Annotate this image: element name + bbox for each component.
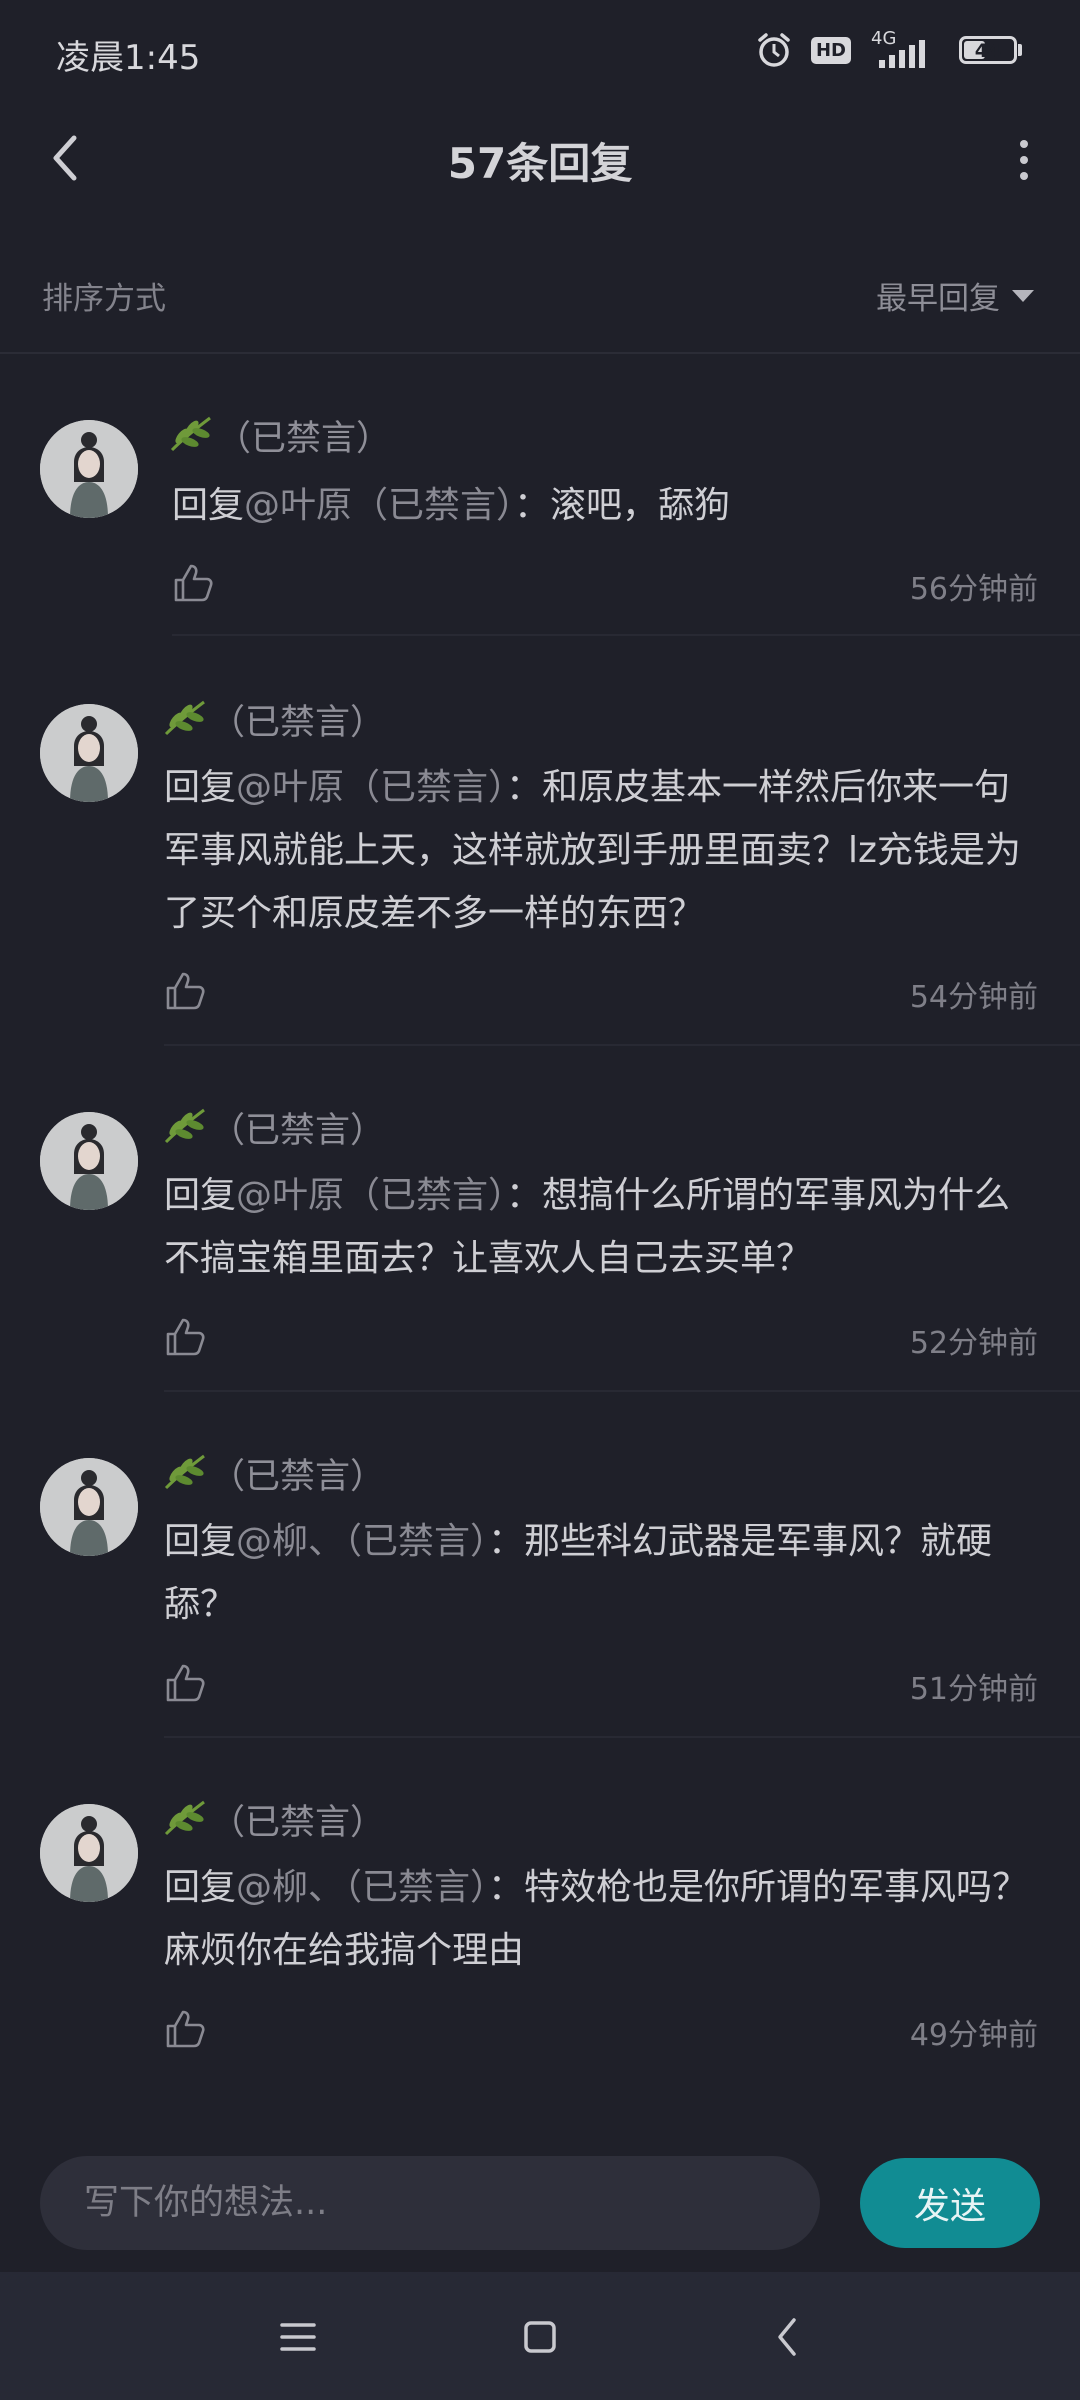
- sort-dropdown[interactable]: 最早回复: [876, 273, 1034, 318]
- reply-text: 回复@叶原（已禁言）：想搞什么所谓的军事风为什么不搞宝箱里面去？让喜欢人自己去买…: [164, 1164, 1038, 1290]
- like-icon[interactable]: [164, 970, 206, 1012]
- leaf-icon: [170, 416, 211, 452]
- avatar[interactable]: [40, 1804, 138, 1902]
- like-icon[interactable]: [164, 1662, 206, 1704]
- reply-prefix: 回复: [164, 1175, 237, 1216]
- status-bar: 凌晨1:45 HD 4G 44: [0, 0, 1080, 100]
- reply-text: 回复@叶原（已禁言）：滚吧，舔狗: [172, 474, 1038, 537]
- mention-link[interactable]: @柳、（已禁言）: [236, 1867, 488, 1908]
- avatar-image: [40, 420, 138, 518]
- like-icon[interactable]: [164, 1316, 206, 1358]
- dropdown-arrow-icon: [1012, 289, 1034, 302]
- reply-timestamp: 52分钟前: [909, 1326, 1038, 1361]
- avatar[interactable]: [40, 704, 138, 802]
- reply-timestamp: 51分钟前: [909, 1672, 1038, 1707]
- reply-prefix: 回复: [172, 485, 245, 526]
- reply-text: 回复@柳、（已禁言）：特效枪也是你所谓的军事风吗？麻烦你在给我搞个理由: [164, 1856, 1038, 1982]
- divider: [164, 1736, 1080, 1738]
- divider: [164, 1390, 1080, 1392]
- system-nav-bar: [0, 2272, 1080, 2400]
- reply-text: 回复@叶原（已禁言）：和原皮基本一样然后你来一句军事风就能上天，这样就放到手册里…: [164, 756, 1038, 945]
- avatar-image: [40, 1804, 138, 1902]
- more-options-button[interactable]: [1004, 130, 1044, 190]
- mention-link[interactable]: @柳、（已禁言）: [236, 1521, 488, 1562]
- reply-prefix: 回复: [164, 1867, 237, 1908]
- more-dot-icon: [1020, 156, 1028, 164]
- leaf-icon: [164, 1108, 205, 1144]
- mention-link[interactable]: @叶原（已禁言）: [236, 1175, 506, 1216]
- top-bar: 57条回复: [0, 100, 1080, 220]
- avatar[interactable]: [40, 1458, 138, 1556]
- reply-timestamp: 56分钟前: [909, 572, 1038, 607]
- reply-text: 回复@柳、（已禁言）：那些科幻武器是军事风？就硬舔？: [164, 1510, 1038, 1636]
- mention-link[interactable]: @叶原（已禁言）: [236, 767, 506, 808]
- hd-badge: HD: [810, 36, 851, 64]
- username[interactable]: （已禁言）: [210, 694, 385, 745]
- more-dot-icon: [1020, 140, 1028, 148]
- leaf-icon: [164, 700, 205, 736]
- divider: [172, 634, 1080, 636]
- reply-prefix: 回复: [164, 1521, 237, 1562]
- menu-icon[interactable]: [268, 2312, 328, 2362]
- sort-bar: 排序方式 最早回复: [0, 255, 1080, 335]
- mention-link[interactable]: @叶原（已禁言）: [244, 485, 514, 526]
- username[interactable]: （已禁言）: [210, 1448, 385, 1499]
- more-dot-icon: [1020, 172, 1028, 180]
- leaf-icon: [164, 1800, 205, 1836]
- reply-prefix: 回复: [164, 767, 237, 808]
- leaf-icon: [164, 1454, 205, 1490]
- avatar[interactable]: [40, 1112, 138, 1210]
- reply-timestamp: 49分钟前: [909, 2018, 1038, 2053]
- comment-composer: 发送: [0, 2140, 1080, 2270]
- divider: [164, 1044, 1080, 1046]
- like-icon[interactable]: [164, 2008, 206, 2050]
- comment-input[interactable]: [40, 2156, 820, 2250]
- sort-selected-value: 最早回复: [876, 281, 1000, 317]
- username[interactable]: （已禁言）: [216, 410, 391, 461]
- avatar-image: [40, 1112, 138, 1210]
- reply-timestamp: 54分钟前: [909, 980, 1038, 1015]
- avatar-image: [40, 1458, 138, 1556]
- alarm-icon: [758, 33, 790, 67]
- battery-level: 44: [974, 40, 1002, 62]
- username[interactable]: （已禁言）: [210, 1794, 385, 1845]
- username[interactable]: （已禁言）: [210, 1102, 385, 1153]
- send-button[interactable]: 发送: [860, 2158, 1040, 2248]
- avatar[interactable]: [40, 420, 138, 518]
- avatar-image: [40, 704, 138, 802]
- status-icons: HD 4G 44: [755, 28, 1022, 72]
- page-title: 57条回复: [447, 139, 633, 188]
- status-time: 凌晨1:45: [56, 38, 201, 78]
- sort-label: 排序方式: [42, 281, 166, 317]
- divider: [0, 352, 1080, 354]
- like-icon[interactable]: [172, 562, 214, 604]
- battery-icon: 44: [959, 36, 1017, 64]
- signal-icon: 4G: [869, 28, 941, 72]
- reply-body: ：滚吧，舔狗: [514, 485, 731, 526]
- back-nav-icon[interactable]: [758, 2312, 818, 2362]
- home-icon[interactable]: [510, 2312, 570, 2362]
